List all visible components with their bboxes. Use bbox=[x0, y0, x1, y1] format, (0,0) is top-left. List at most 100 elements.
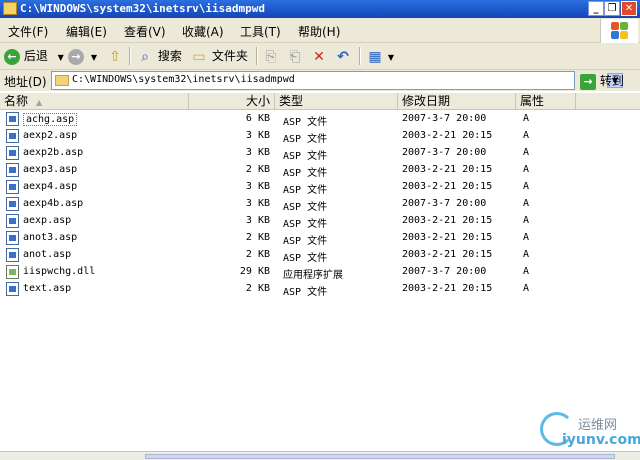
address-input[interactable]: C:\WINDOWS\system32\inetsrv\iisadmpwd ▼ bbox=[51, 71, 623, 90]
window-title: C:\WINDOWS\system32\inetsrv\iisadmpwd bbox=[20, 2, 266, 15]
file-date: 2003-2-21 20:15 bbox=[402, 130, 493, 141]
back-arrow-icon: ← bbox=[4, 48, 20, 65]
search-icon: ⌕ bbox=[141, 48, 149, 65]
menu-edit[interactable]: 编辑(E) bbox=[66, 23, 107, 40]
column-header-size[interactable]: 大小 bbox=[189, 93, 275, 110]
menu-view[interactable]: 查看(V) bbox=[124, 23, 166, 40]
watermark-url: iyunv.com bbox=[562, 432, 640, 448]
menu-favorites[interactable]: 收藏(A) bbox=[182, 23, 224, 40]
file-attr: A bbox=[523, 198, 530, 209]
column-header-type[interactable]: 类型 bbox=[275, 93, 398, 110]
file-size: 3 KB bbox=[245, 181, 270, 192]
column-header-name[interactable]: 名称 ▲ bbox=[0, 93, 189, 110]
delete-icon: ✕ bbox=[313, 48, 325, 65]
forward-arrow-icon: → bbox=[68, 48, 84, 65]
go-arrow-icon: → bbox=[580, 73, 596, 90]
restore-button[interactable]: ❐ bbox=[604, 1, 620, 16]
go-button[interactable]: → 转到 bbox=[580, 72, 624, 90]
copy-to-button[interactable]: ⎗ bbox=[286, 46, 304, 66]
file-attr: A bbox=[523, 147, 530, 158]
file-name: aexp3.asp bbox=[23, 164, 78, 175]
file-name: achg.asp bbox=[23, 113, 78, 126]
file-type: ASP 文件 bbox=[283, 117, 328, 128]
file-attr: A bbox=[523, 232, 530, 243]
search-button[interactable]: ⌕ 搜索 bbox=[136, 46, 182, 66]
list-item[interactable]: anot3.asp 2 KB ASP 文件 2003-2-21 20:15 A bbox=[0, 230, 600, 247]
file-date: 2003-2-21 20:15 bbox=[402, 249, 493, 260]
file-size: 29 KB bbox=[239, 266, 270, 277]
asp-file-icon bbox=[6, 180, 19, 194]
chevron-down-icon[interactable]: ▼ bbox=[58, 53, 64, 62]
copy-to-icon: ⎗ bbox=[289, 48, 301, 65]
dll-file-icon bbox=[6, 265, 19, 279]
asp-file-icon bbox=[6, 231, 19, 245]
chevron-down-icon[interactable]: ▼ bbox=[91, 53, 97, 62]
column-header-modified[interactable]: 修改日期 bbox=[398, 93, 516, 110]
list-header: 名称 ▲ 大小 类型 修改日期 属性 bbox=[0, 93, 640, 110]
folders-button[interactable]: ▭ 文件夹 bbox=[190, 46, 247, 66]
file-name: anot3.asp bbox=[23, 232, 78, 243]
sort-ascending-icon: ▲ bbox=[36, 98, 43, 107]
list-item[interactable]: iispwchg.dll 29 KB 应用程序扩展 2007-3-7 20:00… bbox=[0, 264, 600, 281]
file-type: ASP 文件 bbox=[283, 219, 328, 230]
watermark-logo: 运维网 iyunv.com bbox=[540, 410, 640, 450]
file-name: aexp2.asp bbox=[23, 130, 78, 141]
title-bar[interactable]: C:\WINDOWS\system32\inetsrv\iisadmpwd _ … bbox=[0, 0, 640, 18]
file-type: 应用程序扩展 bbox=[283, 270, 343, 281]
scrollbar-thumb[interactable] bbox=[145, 454, 615, 459]
file-type: ASP 文件 bbox=[283, 253, 328, 264]
file-type: ASP 文件 bbox=[283, 202, 328, 213]
file-name: anot.asp bbox=[23, 249, 72, 260]
list-item[interactable]: aexp4.asp 3 KB ASP 文件 2003-2-21 20:15 A bbox=[0, 179, 600, 196]
column-header-attributes[interactable]: 属性 bbox=[516, 93, 576, 110]
menu-tools[interactable]: 工具(T) bbox=[240, 23, 281, 40]
close-button[interactable]: ✕ bbox=[621, 1, 637, 16]
search-label: 搜索 bbox=[157, 49, 182, 63]
file-date: 2007-3-7 20:00 bbox=[402, 113, 487, 124]
chevron-down-icon[interactable]: ▼ bbox=[388, 53, 394, 62]
list-item[interactable]: aexp2b.asp 3 KB ASP 文件 2007-3-7 20:00 A bbox=[0, 145, 600, 162]
undo-button[interactable]: ↶ bbox=[334, 46, 352, 66]
list-item[interactable]: aexp2.asp 3 KB ASP 文件 2003-2-21 20:15 A bbox=[0, 128, 600, 145]
list-item[interactable]: achg.asp 6 KB ASP 文件 2007-3-7 20:00 A bbox=[0, 111, 600, 128]
file-attr: A bbox=[523, 130, 530, 141]
menu-help[interactable]: 帮助(H) bbox=[298, 23, 340, 40]
minimize-button[interactable]: _ bbox=[588, 1, 604, 16]
file-attr: A bbox=[523, 113, 530, 124]
file-size: 2 KB bbox=[245, 232, 270, 243]
watermark-text: 运维网 bbox=[578, 418, 618, 433]
asp-file-icon bbox=[6, 146, 19, 160]
up-folder-button[interactable]: ⇧ bbox=[106, 46, 124, 66]
toolbar-separator bbox=[129, 47, 131, 65]
list-item[interactable]: aexp3.asp 2 KB ASP 文件 2003-2-21 20:15 A bbox=[0, 162, 600, 179]
list-item[interactable]: anot.asp 2 KB ASP 文件 2003-2-21 20:15 A bbox=[0, 247, 600, 264]
asp-file-icon bbox=[6, 214, 19, 228]
forward-button[interactable]: → ▼ bbox=[68, 46, 97, 66]
list-item[interactable]: aexp.asp 3 KB ASP 文件 2003-2-21 20:15 A bbox=[0, 213, 600, 230]
file-type: ASP 文件 bbox=[283, 151, 328, 162]
asp-file-icon bbox=[6, 163, 19, 177]
file-type: ASP 文件 bbox=[283, 134, 328, 145]
file-date: 2003-2-21 20:15 bbox=[402, 215, 493, 226]
file-date: 2007-3-7 20:00 bbox=[402, 147, 487, 158]
list-item[interactable]: aexp4b.asp 3 KB ASP 文件 2007-3-7 20:00 A bbox=[0, 196, 600, 213]
file-size: 6 KB bbox=[245, 113, 270, 124]
views-button[interactable]: ▦ ▼ bbox=[366, 46, 394, 66]
file-name: iispwchg.dll bbox=[23, 266, 96, 277]
menu-file[interactable]: 文件(F) bbox=[8, 23, 48, 40]
address-value[interactable]: C:\WINDOWS\system32\inetsrv\iisadmpwd bbox=[72, 74, 295, 85]
file-date: 2003-2-21 20:15 bbox=[402, 283, 493, 294]
back-button[interactable]: ← 后退 ▼ bbox=[4, 46, 64, 66]
windows-logo-icon bbox=[600, 19, 638, 43]
asp-file-icon bbox=[6, 129, 19, 143]
move-to-button[interactable]: ⎘ bbox=[262, 46, 280, 66]
file-attr: A bbox=[523, 164, 530, 175]
list-item[interactable]: text.asp 2 KB ASP 文件 2003-2-21 20:15 A bbox=[0, 281, 600, 298]
file-name: aexp4b.asp bbox=[23, 198, 84, 209]
views-icon: ▦ bbox=[368, 48, 382, 65]
delete-button[interactable]: ✕ bbox=[310, 46, 328, 66]
file-name: aexp.asp bbox=[23, 215, 72, 226]
address-label: 地址(D) bbox=[4, 75, 47, 89]
address-bar: 地址(D) C:\WINDOWS\system32\inetsrv\iisadm… bbox=[0, 69, 640, 91]
move-to-icon: ⎘ bbox=[265, 48, 277, 65]
